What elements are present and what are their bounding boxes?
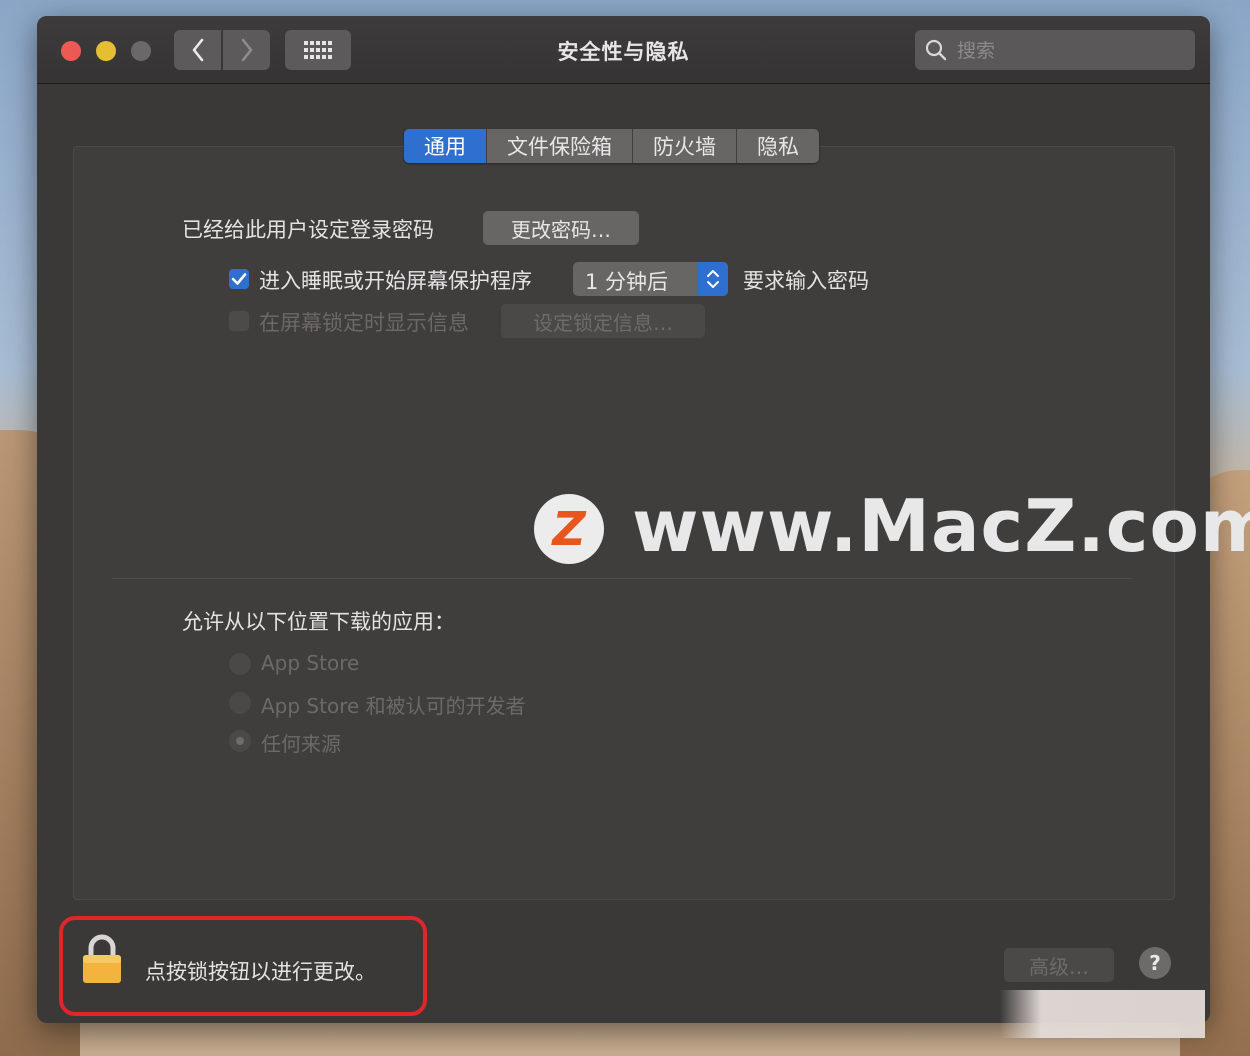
set-lock-message-button[interactable]: 设定锁定信息… <box>501 304 705 338</box>
tab-privacy[interactable]: 隐私 <box>737 129 819 163</box>
change-password-button[interactable]: 更改密码… <box>483 211 639 245</box>
section-divider <box>112 578 1132 579</box>
watermark-logo-letter: Z <box>552 502 586 556</box>
radio-label-identified-developers: App Store 和被认可的开发者 <box>261 694 526 718</box>
show-lock-message-checkbox[interactable] <box>229 311 249 331</box>
lock-instruction-text: 点按锁按钮以进行更改。 <box>145 960 376 984</box>
chevron-up-down-icon <box>707 270 719 288</box>
radio-identified-developers[interactable] <box>229 692 251 714</box>
watermark-logo: Z <box>534 494 604 564</box>
search-input[interactable] <box>955 30 1189 72</box>
watermark-text: www.MacZ.com <box>632 484 1250 568</box>
radio-app-store[interactable] <box>229 653 251 675</box>
password-delay-select[interactable]: 1 分钟后 <box>573 262 728 296</box>
help-button[interactable]: ? <box>1139 947 1171 979</box>
tab-firewall[interactable]: 防火墙 <box>633 129 737 163</box>
tab-general[interactable]: 通用 <box>404 129 487 163</box>
select-arrows <box>698 262 728 296</box>
radio-label-anywhere: 任何来源 <box>261 732 341 756</box>
sleep-checkbox-label: 进入睡眠或开始屏幕保护程序 <box>259 269 532 293</box>
search-icon <box>925 39 947 61</box>
require-password-checkbox[interactable] <box>229 269 249 289</box>
tab-filevault[interactable]: 文件保险箱 <box>487 129 633 163</box>
lock-icon[interactable] <box>81 934 123 984</box>
downloads-heading: 允许从以下位置下载的应用： <box>182 610 455 634</box>
password-set-label: 已经给此用户设定登录密码 <box>182 218 434 242</box>
advanced-button[interactable]: 高级… <box>1004 948 1114 982</box>
require-password-label: 要求输入密码 <box>743 269 869 293</box>
watermark: Z www.MacZ.com <box>534 484 1250 570</box>
select-value: 1 分钟后 <box>585 270 669 294</box>
tab-bar: 通用 文件保险箱 防火墙 隐私 <box>404 129 819 163</box>
checkmark-icon <box>231 273 247 285</box>
search-field[interactable] <box>915 30 1195 72</box>
corner-overlay <box>1000 990 1205 1038</box>
radio-label-app-store: App Store <box>261 651 360 675</box>
radio-anywhere[interactable] <box>229 730 251 752</box>
title-bar: 安全性与隐私 <box>37 16 1210 84</box>
lock-message-label: 在屏幕锁定时显示信息 <box>259 311 469 335</box>
